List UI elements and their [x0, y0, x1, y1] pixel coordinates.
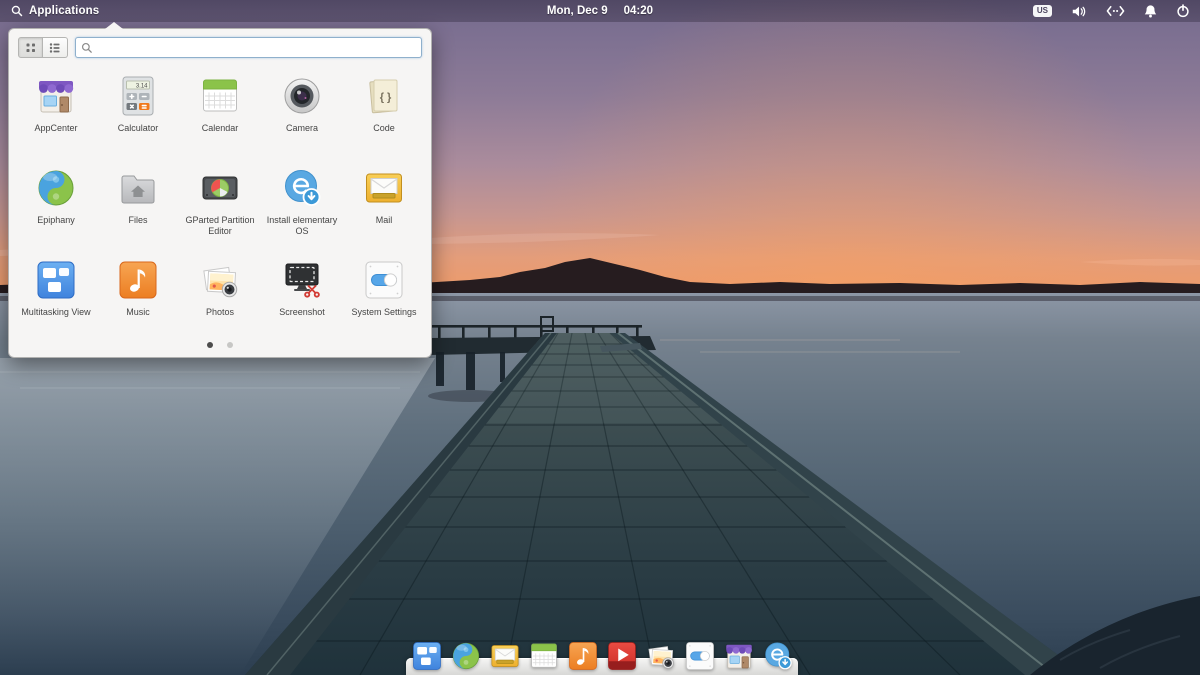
screenshot-icon	[278, 256, 326, 304]
panel-date: Mon, Dec 9	[546, 5, 608, 17]
page-dot-2[interactable]	[227, 342, 233, 348]
install-elementary-icon	[278, 164, 326, 212]
view-toggle	[18, 37, 68, 58]
grid-view-button[interactable]	[18, 37, 43, 58]
search-icon	[11, 5, 23, 17]
code-icon	[360, 72, 408, 120]
app-appcenter[interactable]: AppCenter	[15, 69, 97, 161]
applications-menu-button[interactable]: Applications	[7, 0, 103, 22]
launcher-tail	[105, 22, 123, 29]
calculator-icon	[114, 72, 162, 120]
dock-calendar[interactable]	[526, 638, 562, 674]
app-multitasking-view[interactable]: Multitasking View	[15, 253, 97, 345]
app-mail[interactable]: Mail	[343, 161, 425, 253]
datetime-button[interactable]: Mon, Dec 9 04:20	[547, 5, 653, 17]
desktop: 3.14	[0, 0, 1200, 675]
app-system-settings[interactable]: System Settings	[343, 253, 425, 345]
app-calculator[interactable]: Calculator	[97, 69, 179, 161]
app-epiphany[interactable]: Epiphany	[15, 161, 97, 253]
files-icon	[114, 164, 162, 212]
launcher-header	[9, 29, 431, 58]
photos-icon	[196, 256, 244, 304]
application-launcher: AppCenter Calculator Calendar Camera Cod…	[8, 22, 432, 358]
dock	[409, 638, 796, 674]
dock-multitasking-view[interactable]	[409, 638, 445, 674]
gparted-icon	[196, 164, 244, 212]
app-camera[interactable]: Camera	[261, 69, 343, 161]
music-icon	[114, 256, 162, 304]
appcenter-icon	[32, 72, 80, 120]
app-photos[interactable]: Photos	[179, 253, 261, 345]
calendar-icon	[196, 72, 244, 120]
dock-photos[interactable]	[643, 638, 679, 674]
app-search-input[interactable]	[97, 40, 416, 55]
app-gparted[interactable]: GParted Partition Editor	[179, 161, 261, 253]
app-install-elementary[interactable]: Install elementary OS	[261, 161, 343, 253]
list-view-button[interactable]	[43, 37, 68, 58]
app-search-field[interactable]	[75, 37, 422, 58]
top-panel: Applications Mon, Dec 9 04:20 US	[0, 0, 1200, 22]
dock-system-settings[interactable]	[682, 638, 718, 674]
dock-music[interactable]	[565, 638, 601, 674]
app-screenshot[interactable]: Screenshot	[261, 253, 343, 345]
mail-icon	[360, 164, 408, 212]
dock-videos[interactable]	[604, 638, 640, 674]
epiphany-icon	[32, 164, 80, 212]
keyboard-layout-indicator[interactable]: US	[1032, 5, 1052, 17]
applications-label: Applications	[29, 5, 100, 17]
camera-icon	[278, 72, 326, 120]
app-code[interactable]: Code	[343, 69, 425, 161]
volume-icon[interactable]	[1071, 5, 1087, 18]
panel-time: 04:20	[623, 5, 654, 17]
multitasking-icon	[32, 256, 80, 304]
dock-appcenter[interactable]	[721, 638, 757, 674]
page-dot-1[interactable]	[207, 342, 213, 348]
power-icon[interactable]	[1176, 4, 1190, 18]
app-calendar[interactable]: Calendar	[179, 69, 261, 161]
app-grid: AppCenter Calculator Calendar Camera Cod…	[9, 63, 431, 345]
app-files[interactable]: Files	[97, 161, 179, 253]
system-settings-icon	[360, 256, 408, 304]
dock-epiphany[interactable]	[448, 638, 484, 674]
dock-mail[interactable]	[487, 638, 523, 674]
app-music[interactable]: Music	[97, 253, 179, 345]
notifications-bell-icon[interactable]	[1144, 4, 1157, 18]
network-icon[interactable]	[1106, 5, 1125, 17]
search-icon	[81, 42, 93, 54]
dock-install-elementary[interactable]	[760, 638, 796, 674]
launcher-pagination	[9, 342, 431, 348]
panel-indicators: US	[1032, 0, 1190, 22]
